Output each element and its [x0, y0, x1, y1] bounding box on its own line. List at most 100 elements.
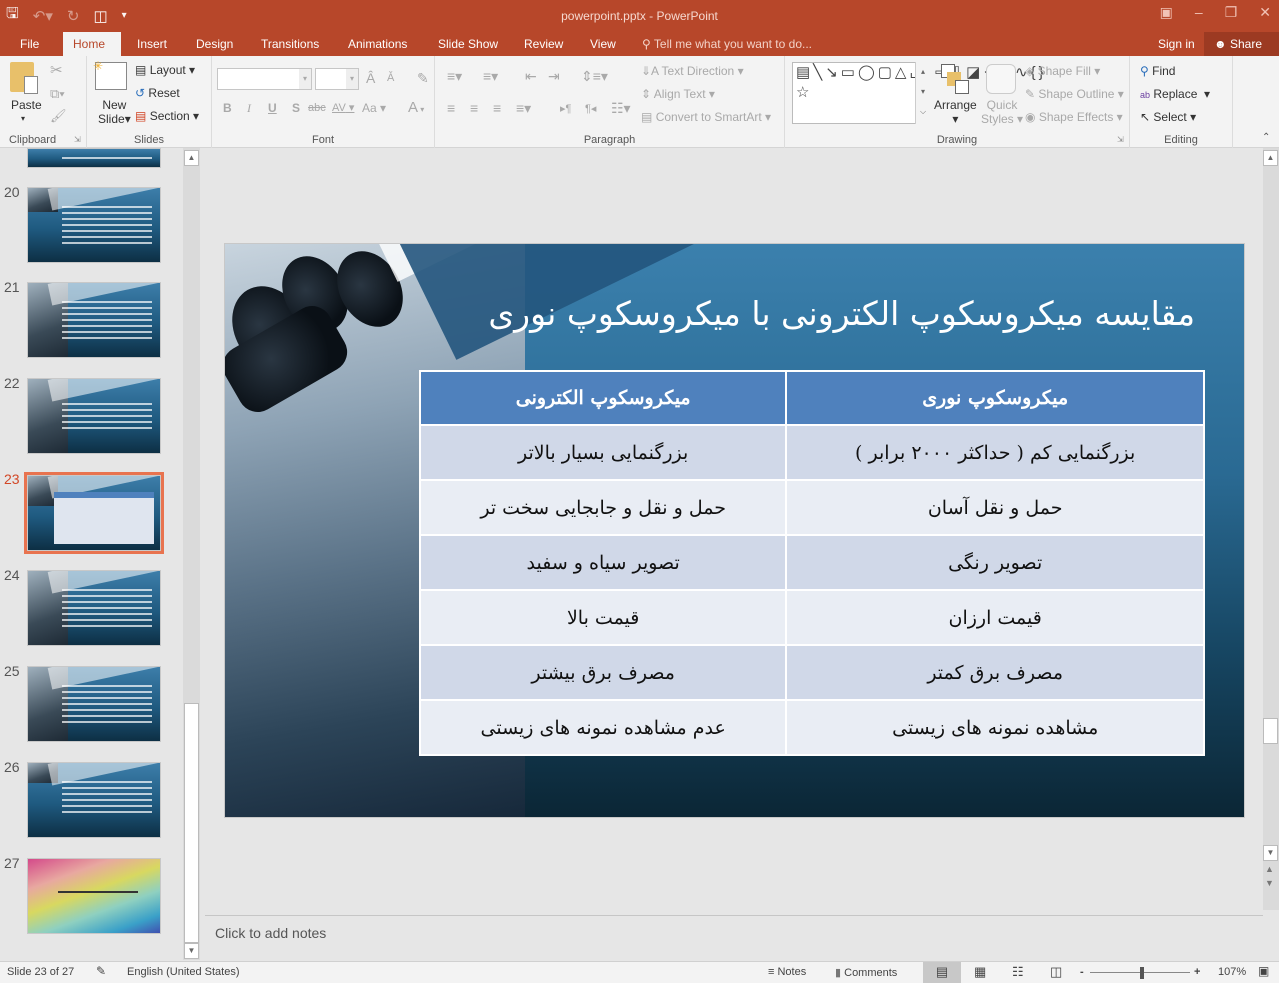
editor-scrollbar[interactable]: ▲ ▼ ▲ ▼ [1263, 148, 1279, 910]
font-color-button[interactable]: A ▾ [408, 99, 424, 116]
section-button[interactable]: ▤ Section ▾ [135, 109, 199, 123]
table-cell[interactable]: بزرگنمایی کم ( حداکثر ۲۰۰۰ برابر ) [785, 424, 1205, 481]
slide-show-button[interactable]: ◫ [1050, 964, 1062, 980]
shapes-gallery[interactable]: ▤╲↘▭◯▢△⌞↳⇨⇩◪∽◠∿{}☆ [792, 62, 1044, 124]
strikethrough-button[interactable]: abc [308, 102, 326, 114]
notes-placeholder[interactable]: Click to add notes [215, 925, 326, 941]
minimize-icon[interactable]: – [1195, 4, 1203, 21]
notes-pane[interactable]: Click to add notes [205, 915, 1263, 961]
share-button[interactable]: ☻ Share [1204, 32, 1279, 56]
scrollbar-thumb[interactable] [184, 703, 199, 943]
reset-button[interactable]: ↺ Reset [135, 86, 180, 100]
ltr-icon[interactable]: ▸¶ [560, 102, 571, 115]
arrange-button[interactable]: Arrange ▾ [934, 98, 977, 126]
tab-insert[interactable]: Insert [127, 32, 177, 56]
comments-button[interactable]: ▮ Comments [835, 966, 897, 979]
fit-to-window-icon[interactable]: ▣ [1258, 964, 1269, 978]
decrease-indent-icon[interactable]: ⇤ [525, 68, 537, 85]
table-cell[interactable]: حمل و نقل آسان [785, 479, 1205, 536]
comparison-table[interactable]: میکروسکوپ نوری میکروسکوپ الکترونی بزرگنم… [418, 370, 1205, 756]
convert-smartart-button[interactable]: ▤ Convert to SmartArt ▾ [641, 110, 771, 124]
font-name-combo[interactable]: ▾ [217, 68, 312, 90]
table-cell[interactable]: تصویر سیاه و سفید [418, 534, 788, 591]
increase-font-size-icon[interactable]: Â [366, 70, 375, 86]
line-spacing-icon[interactable]: ⇕≡▾ [581, 68, 608, 85]
tab-design[interactable]: Design [186, 32, 243, 56]
numbering-icon[interactable]: ≡▾ [483, 68, 498, 85]
table-cell[interactable]: بزرگنمایی بسیار بالاتر [418, 424, 788, 481]
table-cell[interactable]: حمل و نقل و جابجایی سخت تر [418, 479, 788, 536]
tab-review[interactable]: Review [514, 32, 573, 56]
paste-dropdown-icon[interactable]: ▾ [21, 114, 25, 123]
notes-button[interactable]: ≡ Notes [768, 966, 806, 978]
normal-view-button[interactable]: ▤ [923, 962, 961, 983]
paste-label[interactable]: Paste [11, 98, 42, 112]
clipboard-launcher-icon[interactable]: ⇲ [74, 135, 81, 144]
restore-icon[interactable]: ❐ [1225, 4, 1238, 21]
shape-effects-button[interactable]: ◉ Shape Effects ▾ [1025, 110, 1123, 124]
copy-icon[interactable]: ⧉▾ [50, 86, 65, 102]
tab-animations[interactable]: Animations [338, 32, 417, 56]
italic-button[interactable]: I [247, 101, 251, 116]
slide-thumbnail[interactable] [27, 858, 161, 934]
shape-fill-button[interactable]: ◈ Shape Fill ▾ [1025, 64, 1100, 78]
language-indicator[interactable]: English (United States) [127, 966, 240, 978]
tab-view[interactable]: View [580, 32, 626, 56]
font-size-combo[interactable]: ▾ [315, 68, 359, 90]
bold-button[interactable]: B [223, 101, 232, 115]
table-header-optical[interactable]: میکروسکوپ نوری [785, 370, 1205, 426]
table-header-electron[interactable]: میکروسکوپ الکترونی [418, 370, 788, 426]
table-cell[interactable]: مصرف برق بیشتر [418, 644, 788, 701]
thumbnail-scrollbar[interactable]: ▲ ▼ [183, 148, 200, 960]
table-cell[interactable]: مشاهده نمونه های زیستی [785, 699, 1205, 756]
rtl-icon[interactable]: ¶◂ [585, 102, 596, 115]
slide-thumbnail-selected[interactable] [27, 475, 161, 551]
underline-button[interactable]: U [268, 101, 277, 115]
align-text-button[interactable]: ⇕ Align Text ▾ [641, 87, 715, 101]
previous-slide-icon[interactable]: ▲ [1265, 864, 1274, 874]
table-cell[interactable]: عدم مشاهده نمونه های زیستی [418, 699, 788, 756]
text-direction-button[interactable]: ⇓A Text Direction ▾ [641, 64, 744, 78]
new-slide-icon[interactable]: ✳ [93, 59, 127, 90]
new-slide-button[interactable]: New Slide▾ [98, 98, 131, 126]
collapse-ribbon-icon[interactable]: ⌃ [1262, 132, 1270, 143]
close-icon[interactable]: ✕ [1259, 4, 1271, 21]
shape-outline-button[interactable]: ✎ Shape Outline ▾ [1025, 87, 1124, 101]
tab-slide-show[interactable]: Slide Show [428, 32, 508, 56]
increase-indent-icon[interactable]: ⇥ [548, 68, 560, 85]
slide-thumbnail-19-partial[interactable] [27, 148, 161, 168]
align-left-icon[interactable]: ≡ [447, 100, 455, 116]
spell-check-icon[interactable]: ✎ [96, 964, 106, 978]
columns-icon[interactable]: ☷▾ [611, 100, 631, 117]
slide-thumbnail[interactable] [27, 570, 161, 646]
character-spacing-button[interactable]: AV ▾ [332, 101, 354, 114]
center-icon[interactable]: ≡ [470, 100, 478, 116]
drawing-launcher-icon[interactable]: ⇲ [1117, 135, 1124, 144]
table-cell[interactable]: مصرف برق کمتر [785, 644, 1205, 701]
quick-styles-icon[interactable] [986, 64, 1016, 94]
shapes-gallery-scroll[interactable]: ▴ ▾ ⌵ [915, 62, 930, 124]
slide-sorter-button[interactable]: ▦ [974, 964, 986, 980]
paste-button[interactable] [10, 62, 42, 96]
quick-styles-button[interactable]: Quick Styles ▾ [981, 98, 1023, 126]
zoom-slider-thumb[interactable] [1140, 967, 1144, 979]
slide-thumbnail[interactable] [27, 378, 161, 454]
ribbon-display-options-icon[interactable]: ▣ [1160, 4, 1173, 21]
zoom-out-button[interactable]: - [1080, 966, 1084, 978]
table-cell[interactable]: تصویر رنگی [785, 534, 1205, 591]
decrease-font-size-icon[interactable]: Ǎ [387, 72, 394, 84]
tab-transitions[interactable]: Transitions [251, 32, 329, 56]
reading-view-button[interactable]: ☷ [1012, 964, 1024, 980]
cut-icon[interactable]: ✂ [50, 61, 63, 79]
align-right-icon[interactable]: ≡ [493, 100, 501, 116]
format-painter-icon[interactable]: 🖌 [50, 108, 67, 124]
slide-thumbnail[interactable] [27, 187, 161, 263]
clear-formatting-icon[interactable]: ✎ [417, 70, 429, 87]
scroll-up-icon[interactable]: ▲ [184, 150, 199, 166]
zoom-in-button[interactable]: + [1194, 966, 1200, 978]
scrollbar-thumb[interactable] [1263, 718, 1278, 744]
find-button[interactable]: ⚲ Find [1140, 64, 1175, 78]
slide-thumbnail[interactable] [27, 666, 161, 742]
slide-thumbnail[interactable] [27, 762, 161, 838]
slide-thumbnail[interactable] [27, 282, 161, 358]
